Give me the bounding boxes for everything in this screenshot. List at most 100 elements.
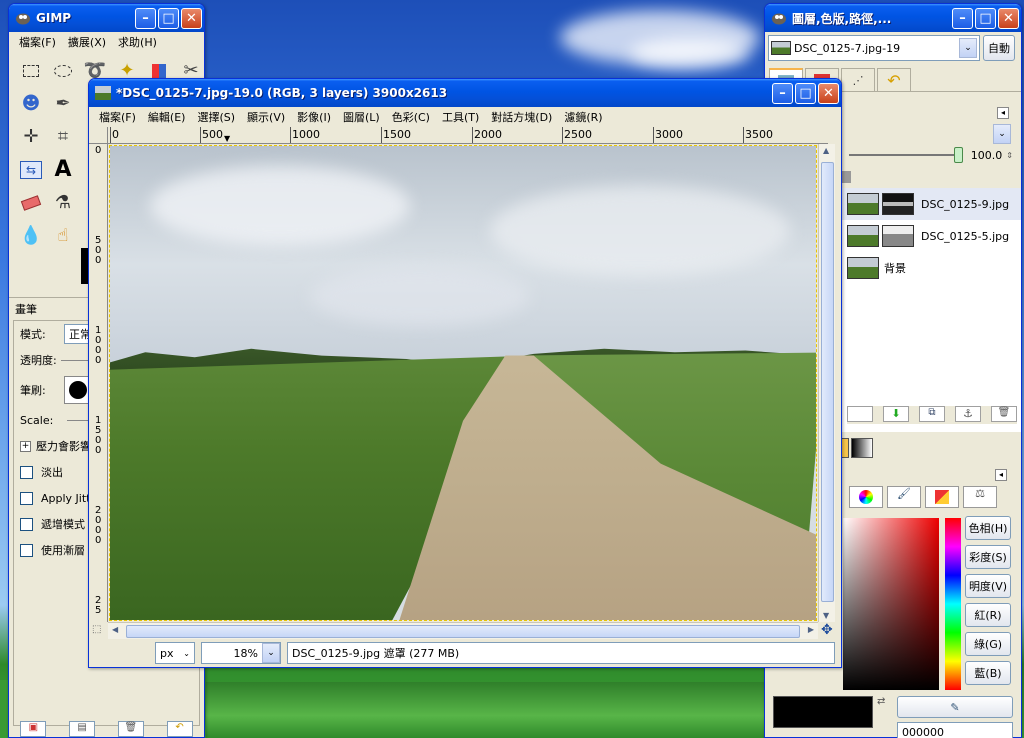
spin-icon[interactable]: ⇕ <box>1006 151 1013 160</box>
rect-select-icon[interactable] <box>15 54 47 87</box>
menu-file[interactable]: 檔案(F) <box>93 109 142 125</box>
panel-menu-icon[interactable]: ◂ <box>997 107 1009 119</box>
duplicate-layer-icon[interactable]: ⧉ <box>919 406 945 422</box>
brush-color-icon[interactable]: 🖌 <box>887 486 921 508</box>
smudge-icon[interactable]: ☝ <box>47 219 79 252</box>
vertical-ruler[interactable]: 0 5 0 0 1 0 0 0 1 5 0 0 2 0 0 0 2 5 <box>89 144 108 622</box>
scroll-down-icon[interactable]: ▼ <box>823 611 829 620</box>
bg-swatch[interactable] <box>851 438 873 458</box>
menu-colors[interactable]: 色彩(C) <box>386 109 436 125</box>
new-layer-icon[interactable] <box>847 406 873 422</box>
chevron-down-icon[interactable]: ⌄ <box>262 643 280 663</box>
delete-layer-icon[interactable]: 🗑 <box>991 406 1017 422</box>
jitter-checkbox[interactable] <box>20 491 33 505</box>
unit-select[interactable]: px ⌄ <box>155 642 195 664</box>
save-icon[interactable]: ▣ <box>20 721 47 737</box>
menu-layer[interactable]: 圖層(L) <box>337 109 386 125</box>
flip-icon[interactable]: ⇆ <box>15 153 47 186</box>
value-button[interactable]: 明度(V) <box>965 574 1011 598</box>
scroll-right-icon[interactable]: ▶ <box>808 625 814 634</box>
opacity-dock-slider[interactable] <box>848 147 963 163</box>
minimize-button[interactable]: – <box>772 82 793 104</box>
blur-icon[interactable]: 💧 <box>15 219 47 252</box>
green-button[interactable]: 綠(G) <box>965 632 1011 656</box>
zoom-select[interactable]: 18% ⌄ <box>201 642 281 664</box>
scales-icon[interactable]: ⚖ <box>963 486 997 508</box>
scale-label: Scale: <box>20 413 54 427</box>
auto-button[interactable]: 自動 <box>983 35 1015 61</box>
color-wheel-icon[interactable] <box>849 486 883 508</box>
menu-dialogs[interactable]: 對話方塊(D) <box>485 109 558 125</box>
image-titlebar[interactable]: *DSC_0125-7.jpg-19.0 (RGB, 3 layers) 390… <box>89 79 841 107</box>
move-icon[interactable]: ✛ <box>15 120 47 153</box>
blue-button[interactable]: 藍(B) <box>965 661 1011 685</box>
eraser-icon[interactable] <box>15 186 47 219</box>
layer-row[interactable]: 背景 <box>841 252 1021 284</box>
reset-icon[interactable]: ↶ <box>166 721 193 737</box>
quickmask-icon[interactable]: ⬚ <box>92 624 101 635</box>
close-button[interactable]: ✕ <box>998 7 1019 29</box>
fg-color-preview[interactable] <box>773 696 873 728</box>
panel-menu-icon[interactable]: ◂ <box>995 469 1007 481</box>
expand-icon[interactable]: + <box>20 440 31 452</box>
toolbox-titlebar[interactable]: GIMP – □ ✕ <box>9 4 204 32</box>
image-canvas[interactable] <box>109 145 817 621</box>
saturation-button[interactable]: 彩度(S) <box>965 545 1011 569</box>
maximize-button[interactable]: □ <box>158 7 179 29</box>
horizontal-ruler[interactable]: 0 500 1000 1500 2000 2500 3000 3500 ▼ <box>108 127 828 144</box>
anchor-layer-icon[interactable]: ⚓ <box>955 406 981 422</box>
menu-view[interactable]: 顯示(V) <box>241 109 291 125</box>
menu-xtns[interactable]: 擴展(X) <box>62 34 112 50</box>
navigate-icon[interactable]: ✥ <box>821 622 833 638</box>
menu-tools[interactable]: 工具(T) <box>436 109 485 125</box>
fade-checkbox[interactable] <box>20 465 33 479</box>
close-button[interactable]: ✕ <box>181 7 202 29</box>
scroll-left-icon[interactable]: ◀ <box>112 625 118 634</box>
horizontal-scrollbar[interactable]: ◀ ▶ <box>108 622 818 639</box>
chevron-down-icon[interactable]: ⌄ <box>993 124 1011 144</box>
airbrush-icon[interactable]: ⚗ <box>47 186 79 219</box>
menu-image[interactable]: 影像(I) <box>291 109 337 125</box>
color-area[interactable] <box>843 518 939 690</box>
tab-undo[interactable]: ↶ <box>877 68 911 92</box>
ruler-corner[interactable] <box>89 127 108 144</box>
minimize-button[interactable]: – <box>952 7 973 29</box>
menu-edit[interactable]: 編輯(E) <box>142 109 192 125</box>
vertical-scrollbar[interactable]: ▲ ▼ <box>818 144 835 622</box>
menu-file[interactable]: 檔案(F) <box>13 34 62 50</box>
swap-icon[interactable]: ⇄ <box>877 696 885 707</box>
incremental-checkbox[interactable] <box>20 517 33 531</box>
delete-icon[interactable]: 🗑 <box>117 721 144 737</box>
menu-select[interactable]: 選擇(S) <box>191 109 241 125</box>
hue-strip[interactable] <box>945 518 961 690</box>
dock-titlebar[interactable]: 圖層,色版,路徑,... – □ ✕ <box>765 4 1021 32</box>
scroll-thumb-v[interactable] <box>821 162 834 602</box>
image-selector[interactable]: DSC_0125-7.jpg-19 ⌄ <box>768 35 980 61</box>
tab-paths[interactable]: ⋰ <box>841 68 875 92</box>
hue-button[interactable]: 色相(H) <box>965 516 1011 540</box>
color-picker-button[interactable]: ✎ <box>897 696 1013 718</box>
opacity-dock-value[interactable]: 100.0 <box>971 149 1003 162</box>
ellipse-select-icon[interactable] <box>47 54 79 87</box>
gradient-checkbox[interactable] <box>20 543 33 557</box>
palette-icon[interactable] <box>925 486 959 508</box>
raise-layer-icon[interactable]: ⬇ <box>883 406 909 422</box>
hex-field[interactable]: 000000 <box>897 722 1013 738</box>
paths-icon[interactable]: ✒ <box>47 87 79 120</box>
text-icon[interactable]: A <box>47 153 79 186</box>
crop-icon[interactable]: ⌗ <box>47 120 79 153</box>
close-button[interactable]: ✕ <box>818 82 839 104</box>
layer-row[interactable]: DSC_0125-5.jpg <box>841 220 1021 252</box>
minimize-button[interactable]: – <box>135 7 156 29</box>
red-button[interactable]: 紅(R) <box>965 603 1011 627</box>
chevron-down-icon[interactable]: ⌄ <box>959 38 977 58</box>
maximize-button[interactable]: □ <box>795 82 816 104</box>
menu-filters[interactable]: 濾鏡(R) <box>558 109 608 125</box>
image-title: *DSC_0125-7.jpg-19.0 (RGB, 3 layers) 390… <box>116 86 448 100</box>
scroll-thumb-h[interactable] <box>126 625 800 638</box>
foreground-select-icon[interactable]: ☻ <box>15 87 47 120</box>
scroll-up-icon[interactable]: ▲ <box>823 146 829 155</box>
menu-help[interactable]: 求助(H) <box>112 34 163 50</box>
maximize-button[interactable]: □ <box>975 7 996 29</box>
restore-icon[interactable]: ▤ <box>69 721 96 737</box>
